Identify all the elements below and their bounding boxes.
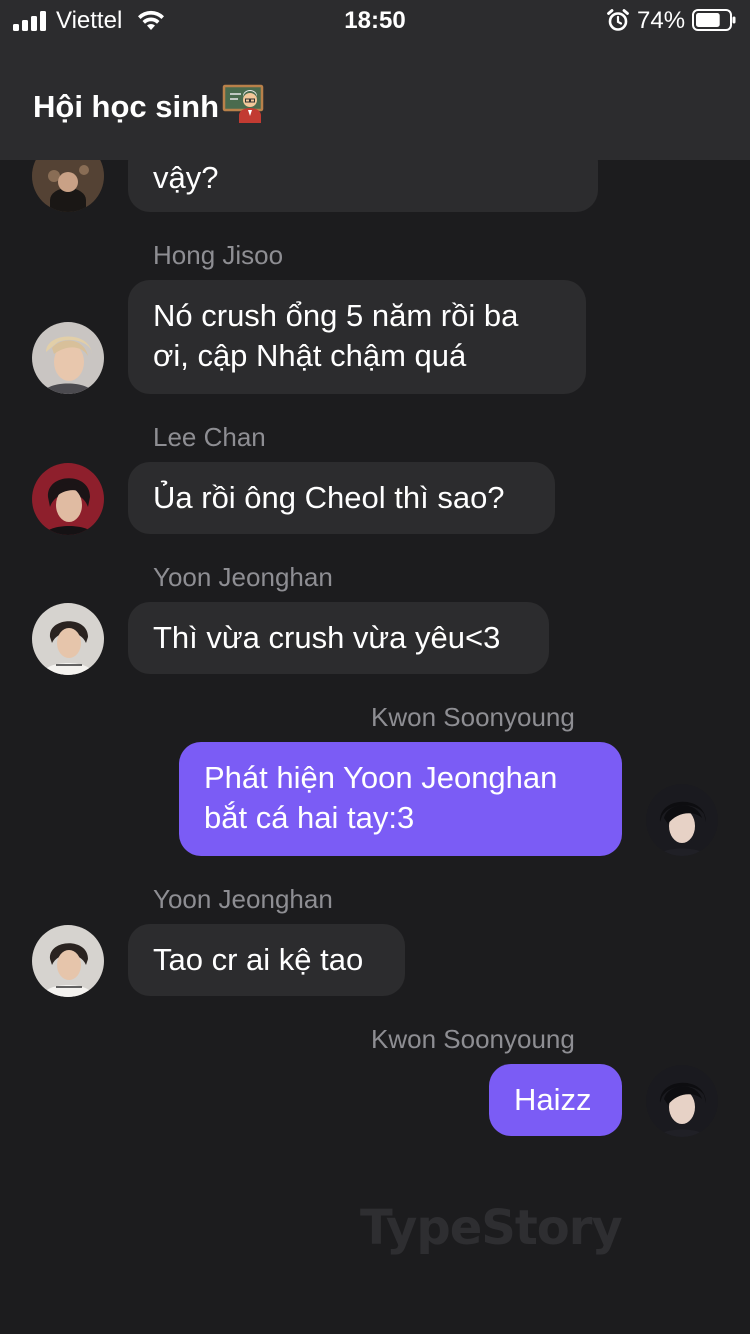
sender-name: Hong Jisoo xyxy=(153,240,284,270)
avatar[interactable] xyxy=(32,925,104,997)
avatar[interactable] xyxy=(646,784,718,856)
message-text-line: Phát hiện Yoon Jeonghan xyxy=(204,760,558,795)
alarm-clock-icon xyxy=(607,9,629,31)
sender-name: Kwon Soonyoung xyxy=(371,702,575,732)
message-bubble[interactable]: Thì vừa crush vừa yêu<3 xyxy=(128,602,549,674)
avatar[interactable] xyxy=(32,463,104,535)
message-text-line: Ủa rồi ông Cheol thì sao? xyxy=(153,480,505,515)
sender-name: Lee Chan xyxy=(153,422,266,452)
battery-percentage: 74% xyxy=(637,7,686,34)
chat-header: Hội học sinh xyxy=(0,40,750,160)
message-text-line: vậy? xyxy=(153,160,219,195)
watermark-logo: TypeStory xyxy=(360,1200,623,1256)
avatar[interactable] xyxy=(32,322,104,394)
avatar[interactable] xyxy=(646,1065,718,1137)
message-text-line: Nó crush ổng 5 năm rồi ba xyxy=(153,298,519,333)
message-bubble[interactable]: Ủa rồi ông Cheol thì sao? xyxy=(128,462,555,534)
message-text-line: Tao cr ai kệ tao xyxy=(153,942,364,977)
avatar[interactable] xyxy=(32,603,104,675)
chat-title-text: Hội học sinh xyxy=(33,89,219,124)
chat-title[interactable]: Hội học sinh xyxy=(33,83,265,125)
battery-icon xyxy=(692,9,736,31)
sender-name: Yoon Jeonghan xyxy=(153,562,333,592)
sender-name: Kwon Soonyoung xyxy=(371,1024,575,1054)
chat-screen: Viettel 18:50 74% Hội học sinh vậy? Hong… xyxy=(0,0,750,1334)
message-text-line: Thì vừa crush vừa yêu<3 xyxy=(153,620,501,655)
message-bubble[interactable]: Tao cr ai kệ tao xyxy=(128,924,405,996)
teacher-emoji-icon xyxy=(222,84,264,123)
message-text-line: Haizz xyxy=(514,1082,592,1117)
status-bar: Viettel 18:50 74% xyxy=(0,0,750,40)
message-bubble[interactable]: Haizz xyxy=(489,1064,622,1136)
message-bubble[interactable]: Nó crush ổng 5 năm rồi ba ơi, cập Nhật c… xyxy=(128,280,586,394)
message-text-line: ơi, cập Nhật chậm quá xyxy=(153,338,467,373)
message-text-line: bắt cá hai tay:3 xyxy=(204,800,415,835)
message-bubble[interactable]: Phát hiện Yoon Jeonghan bắt cá hai tay:3 xyxy=(179,742,622,856)
sender-name: Yoon Jeonghan xyxy=(153,884,333,914)
